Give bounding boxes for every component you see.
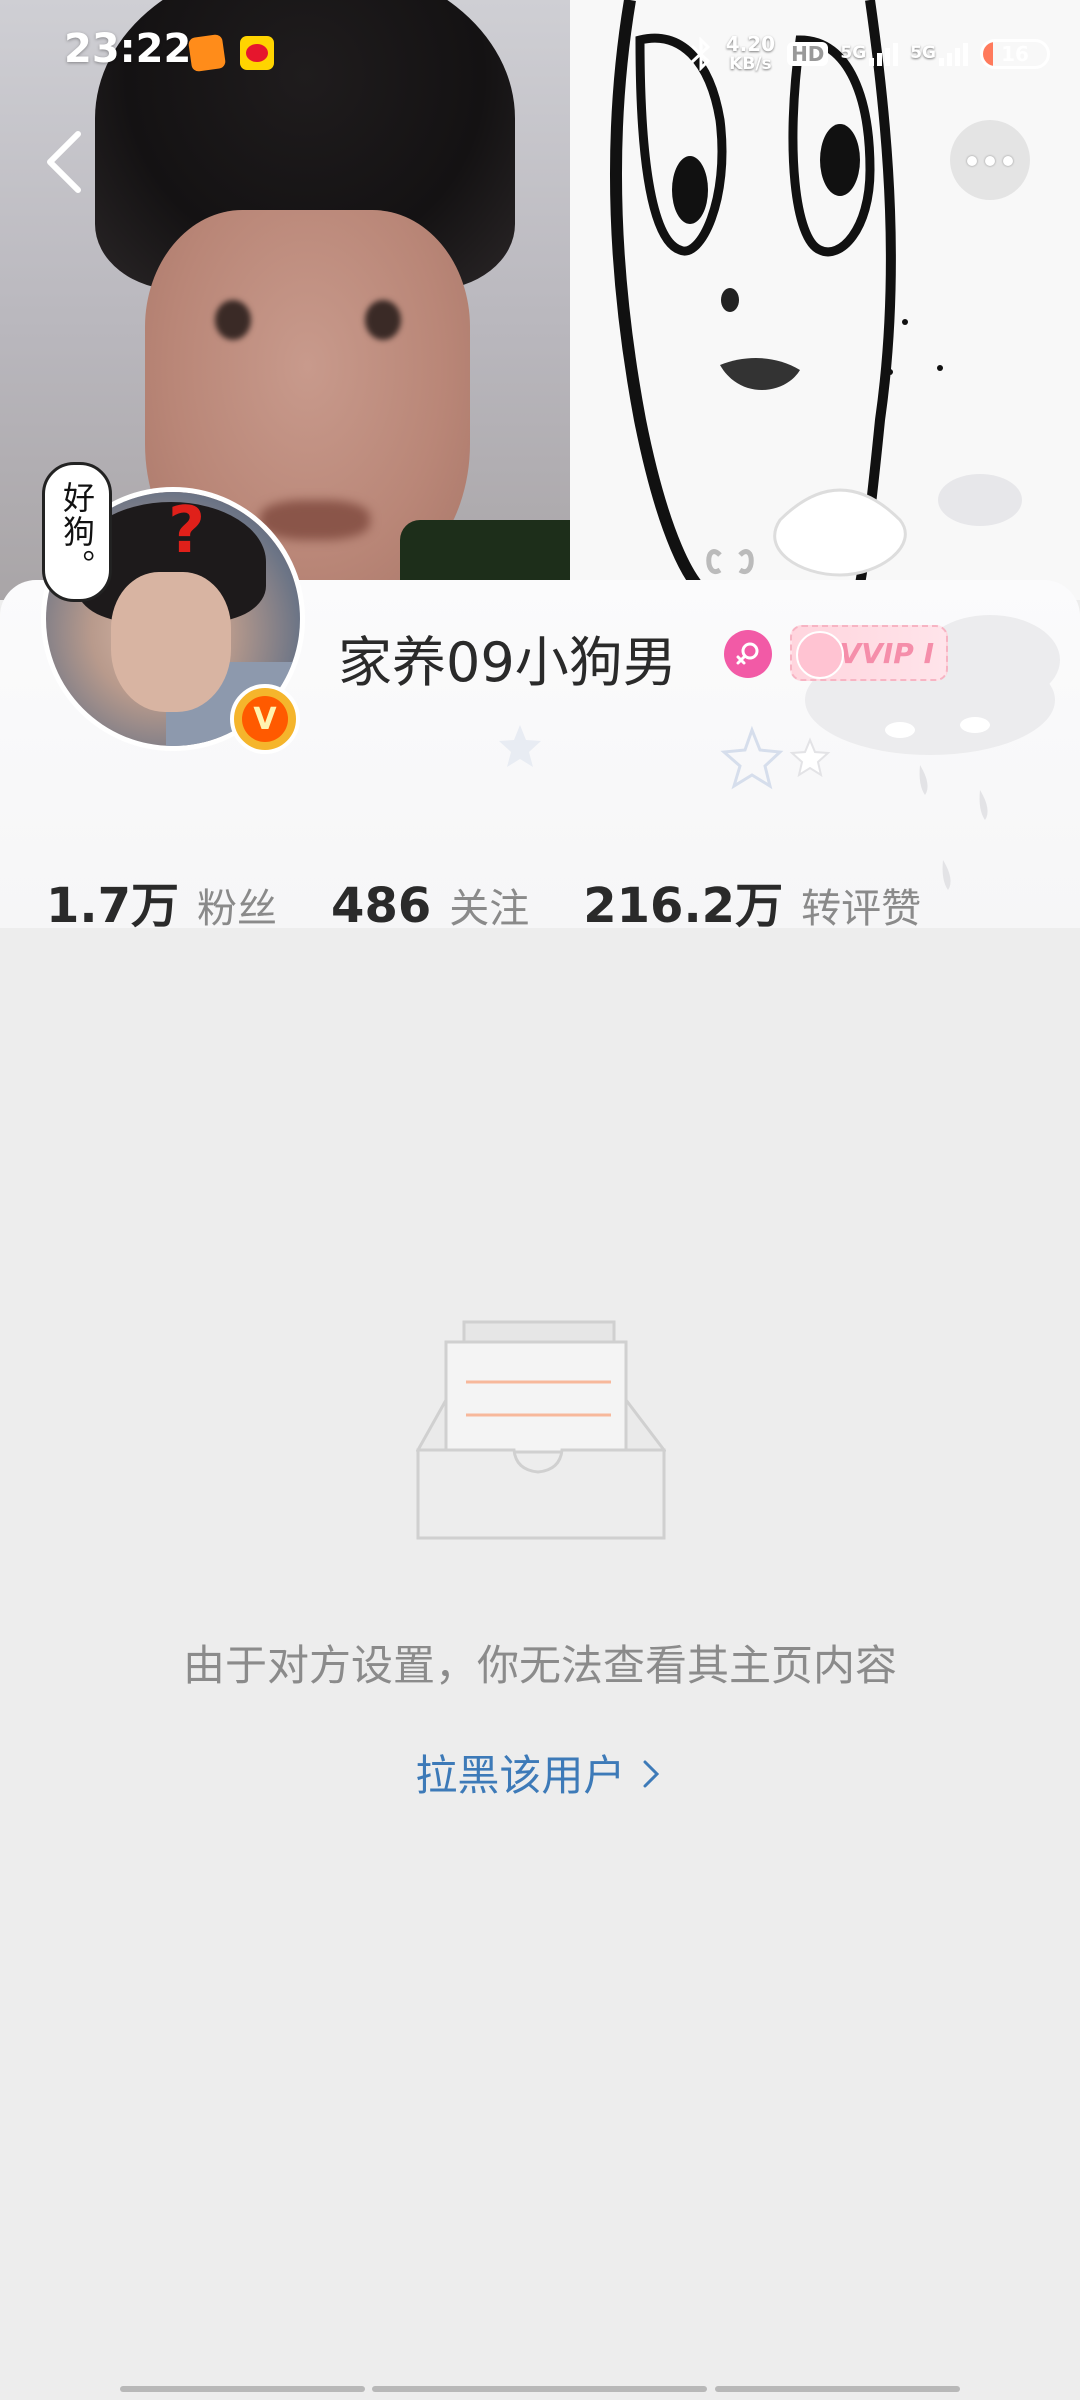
network-speed: 4.20 KB/s [726,34,775,74]
net-speed-unit: KB/s [729,54,772,74]
bluetooth-icon [690,37,710,71]
female-gender-icon [724,630,772,678]
hd-voice-icon: HD [787,42,829,66]
weibo-icon [240,36,274,70]
stat-label: 关注 [449,886,530,932]
vip-bear-icon [796,631,844,679]
more-options-button[interactable] [950,120,1030,200]
profile-username: 家养09小狗男 [338,631,677,694]
vip-label: VVIP I [839,636,934,670]
battery-fill [983,42,994,66]
battery-level: 16 [1001,42,1029,66]
battery-icon: 16 [980,39,1050,69]
status-bar: 23:22 4.20 KB/s HD 5G 5G 16 [0,0,1080,108]
stat-value: 1.7万 [46,878,180,934]
stat-label: 转评赞 [801,886,922,932]
block-user-label: 拉黑该用户 [415,1751,626,1800]
hd-label: HD [791,42,825,66]
chevron-right-icon [639,1754,665,1804]
verified-mark: V [242,696,288,742]
signal-5g-label: 5G [910,42,936,63]
signal-5g-icon: 5G [910,42,968,66]
empty-state-message: 由于对方设置，你无法查看其主页内容 [182,1641,897,1690]
chevron-left-icon [47,131,81,193]
bottom-page-indicators [0,2386,1080,2394]
stat-value: 216.2万 [583,878,784,934]
more-horizontal-icon [963,151,1017,170]
status-time: 23:22 [64,26,192,72]
question-mark-decoration: ? [168,494,206,568]
stat-label: 粉丝 [197,886,278,932]
status-icons: 4.20 KB/s HD 5G 5G 16 [688,30,1050,78]
stat-following[interactable]: 486 关注 [331,876,529,934]
signal-5g-icon: 5G [840,42,899,66]
signal-5g-label: 5G [840,42,867,63]
verified-badge-icon: V [230,684,300,754]
back-button[interactable] [30,120,100,200]
stat-value: 486 [331,878,432,934]
stat-followers[interactable]: 1.7万 粉丝 [46,866,277,936]
vip-badge[interactable]: VVIP I [790,625,948,681]
app-notification-icon [187,33,227,73]
block-user-link[interactable]: 拉黑该用户 [0,1742,1080,1804]
avatar-speech-bubble: 好狗。 [42,462,112,602]
empty-inbox-icon [415,1320,668,1540]
net-speed-value: 4.20 [725,32,776,56]
stat-reposts-comments-likes[interactable]: 216.2万 转评赞 [583,866,921,936]
profile-stats: 1.7万 粉丝 486 关注 216.2万 转评赞 [46,866,975,936]
